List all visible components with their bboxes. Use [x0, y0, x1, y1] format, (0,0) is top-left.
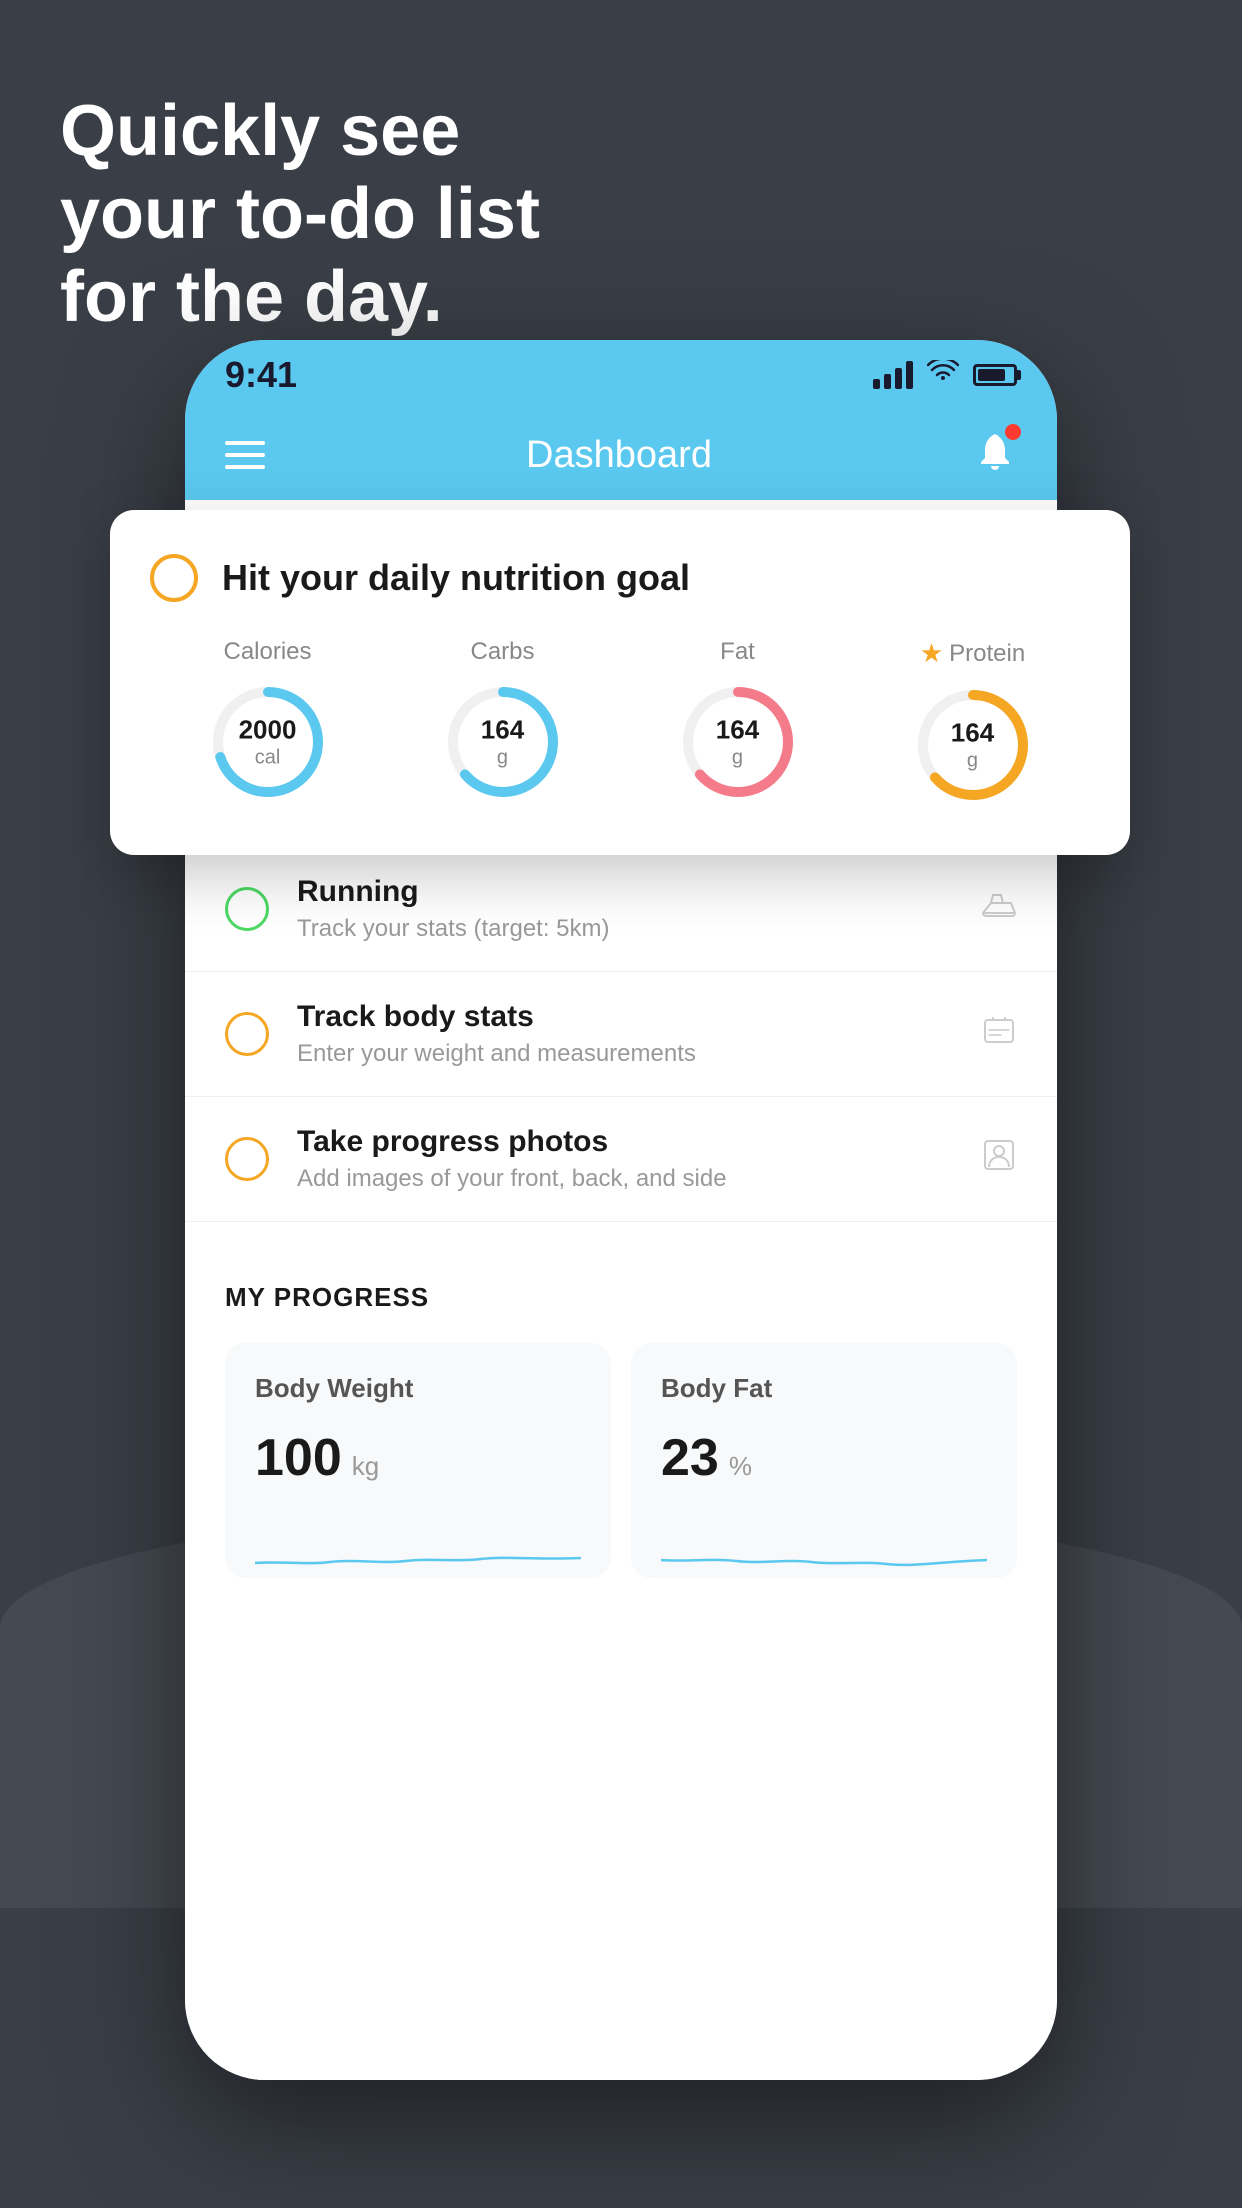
protein-chart: 164 g	[913, 685, 1033, 805]
radio-body-stats[interactable]	[225, 1012, 269, 1056]
body-fat-card: Body Fat 23 %	[631, 1343, 1017, 1578]
list-item-subtitle-body-stats: Enter your weight and measurements	[297, 1040, 965, 1068]
signal-icon	[873, 361, 913, 389]
status-icons	[873, 359, 1017, 391]
nutrition-card: Hit your daily nutrition goal Calories 2…	[110, 510, 1130, 855]
body-weight-value: 100	[255, 1428, 342, 1488]
body-weight-chart	[255, 1518, 581, 1578]
radio-photos[interactable]	[225, 1137, 269, 1181]
calories-unit: cal	[239, 746, 297, 770]
list-item[interactable]: Running Track your stats (target: 5km)	[185, 847, 1057, 972]
radio-running[interactable]	[225, 887, 269, 931]
protein-label: ★ Protein	[920, 638, 1025, 669]
fat-label: Fat	[720, 638, 755, 666]
fat-item: Fat 164 g	[678, 638, 798, 802]
battery-icon	[973, 364, 1017, 386]
person-icon	[981, 1137, 1017, 1182]
todo-list: Running Track your stats (target: 5km) T…	[185, 847, 1057, 1578]
status-bar: 9:41	[185, 340, 1057, 410]
status-time: 9:41	[225, 354, 297, 396]
carbs-chart: 164 g	[443, 682, 563, 802]
body-fat-unit: %	[729, 1451, 752, 1482]
protein-value: 164	[951, 717, 994, 748]
list-item-subtitle-photos: Add images of your front, back, and side	[297, 1165, 965, 1193]
nav-title: Dashboard	[526, 434, 712, 477]
progress-cards: Body Weight 100 kg Body Fat	[225, 1343, 1017, 1578]
list-item-title-body-stats: Track body stats	[297, 1000, 965, 1034]
shoe-icon	[981, 887, 1017, 932]
progress-heading: MY PROGRESS	[225, 1282, 1017, 1313]
body-fat-title: Body Fat	[661, 1373, 987, 1404]
card-radio[interactable]	[150, 554, 198, 602]
nutrition-circles: Calories 2000 cal Carbs	[150, 638, 1090, 805]
body-weight-title: Body Weight	[255, 1373, 581, 1404]
carbs-label: Carbs	[470, 638, 534, 666]
notification-bell-button[interactable]	[973, 428, 1017, 482]
protein-unit: g	[951, 749, 994, 773]
list-item-title-photos: Take progress photos	[297, 1125, 965, 1159]
scale-icon	[981, 1012, 1017, 1057]
carbs-unit: g	[481, 746, 524, 770]
calories-chart: 2000 cal	[208, 682, 328, 802]
body-weight-card: Body Weight 100 kg	[225, 1343, 611, 1578]
wifi-icon	[927, 359, 959, 391]
fat-chart: 164 g	[678, 682, 798, 802]
fat-unit: g	[716, 746, 759, 770]
list-item[interactable]: Track body stats Enter your weight and m…	[185, 972, 1057, 1097]
star-icon: ★	[920, 638, 943, 669]
carbs-value: 164	[481, 714, 524, 745]
list-item[interactable]: Take progress photos Add images of your …	[185, 1097, 1057, 1222]
fat-value: 164	[716, 714, 759, 745]
headline: Quickly see your to-do list for the day.	[60, 90, 540, 338]
notification-dot	[1005, 424, 1021, 440]
protein-item: ★ Protein 164 g	[913, 638, 1033, 805]
card-title: Hit your daily nutrition goal	[222, 557, 690, 599]
body-weight-unit: kg	[352, 1451, 379, 1482]
list-item-subtitle-running: Track your stats (target: 5km)	[297, 915, 965, 943]
body-fat-chart	[661, 1518, 987, 1578]
carbs-item: Carbs 164 g	[443, 638, 563, 802]
list-item-title-running: Running	[297, 875, 965, 909]
nav-bar: Dashboard	[185, 410, 1057, 500]
calories-item: Calories 2000 cal	[208, 638, 328, 802]
progress-section: MY PROGRESS Body Weight 100 kg	[185, 1242, 1057, 1578]
calories-label: Calories	[223, 638, 311, 666]
body-fat-value: 23	[661, 1428, 719, 1488]
menu-button[interactable]	[225, 441, 265, 469]
calories-value: 2000	[239, 714, 297, 745]
